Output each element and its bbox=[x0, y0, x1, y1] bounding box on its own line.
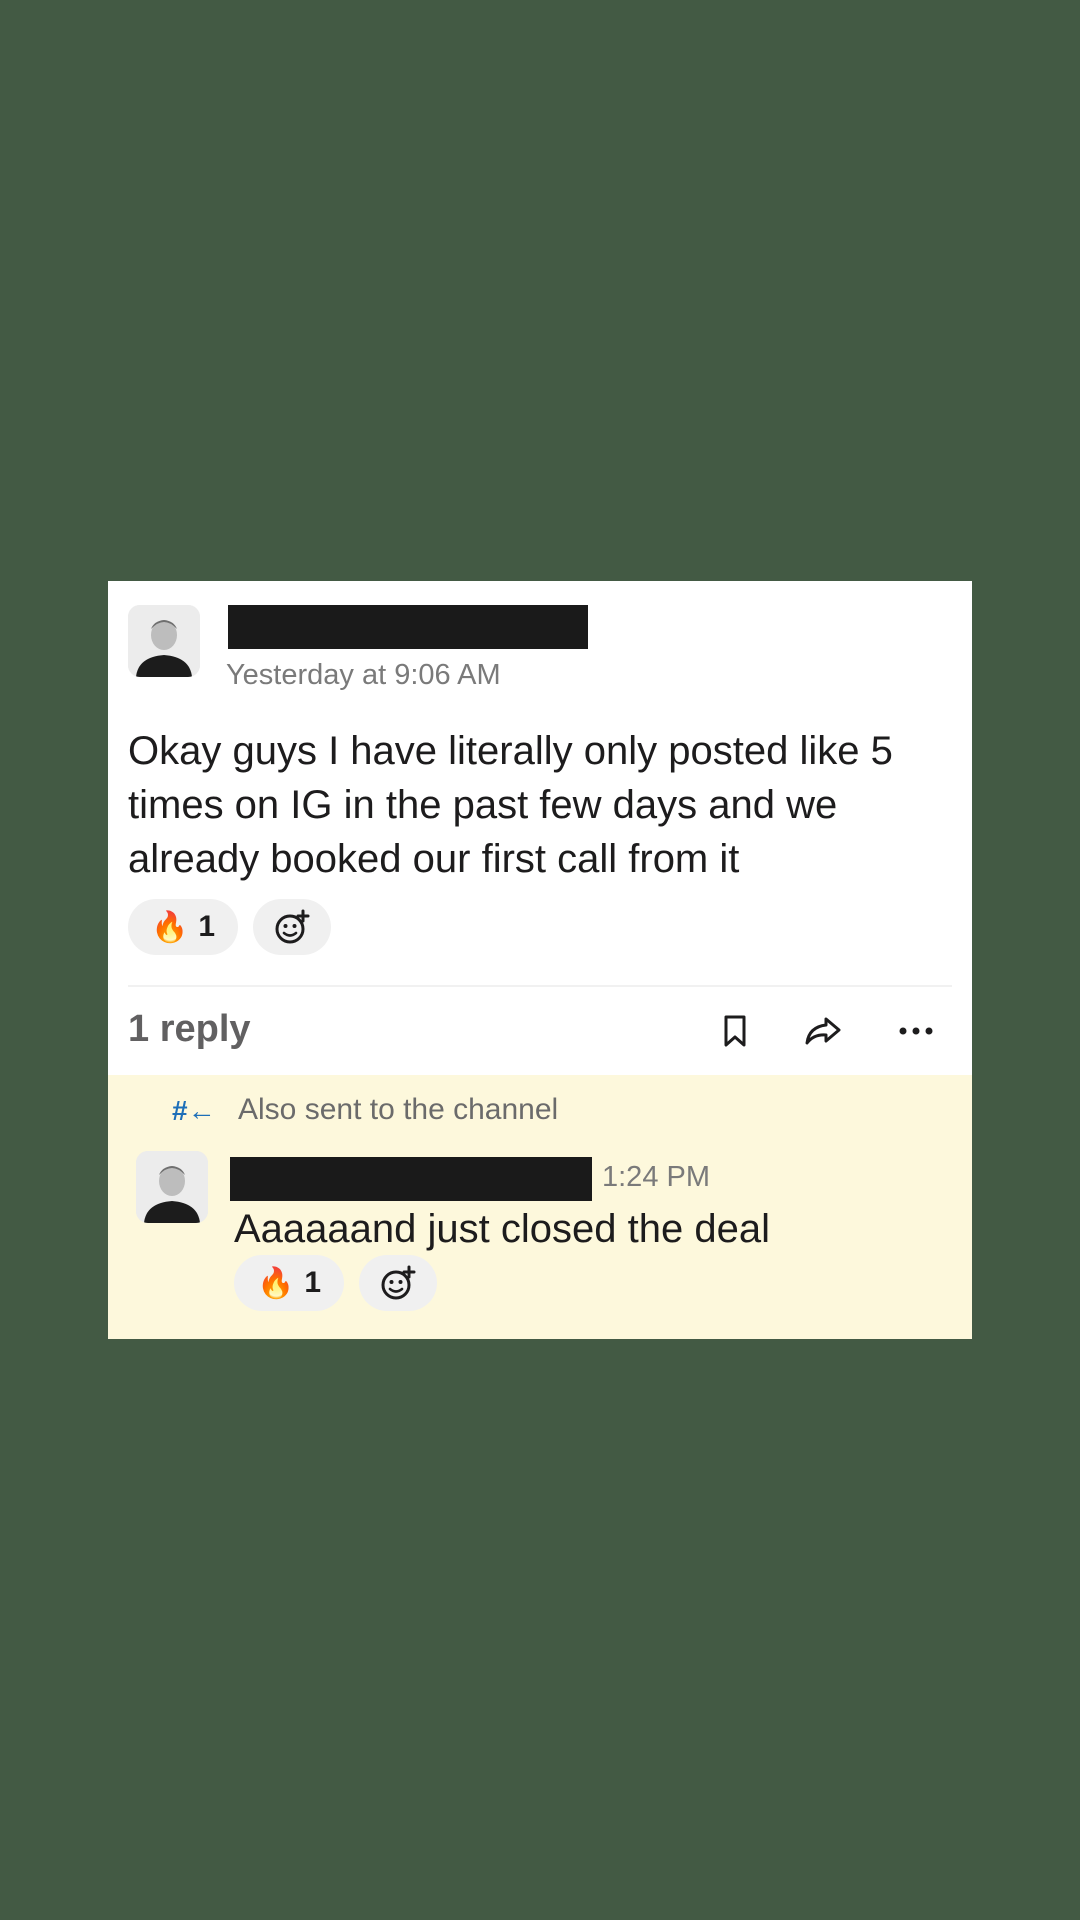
divider bbox=[128, 985, 952, 987]
avatar[interactable] bbox=[128, 605, 200, 677]
add-emoji-icon bbox=[275, 909, 310, 944]
reply-message: Aaaaaand just closed the deal bbox=[234, 1207, 770, 1251]
add-reaction-button[interactable] bbox=[253, 899, 331, 955]
add-reaction-button[interactable] bbox=[359, 1255, 437, 1311]
reaction-count: 1 bbox=[198, 910, 216, 943]
share-arrow-icon[interactable] bbox=[801, 1009, 845, 1053]
fire-icon: 🔥 bbox=[150, 910, 189, 944]
avatar-photo bbox=[128, 605, 200, 677]
thread-reply: #← Also sent to the channel 1:24 PM Aaaa… bbox=[108, 1075, 972, 1339]
avatar-photo bbox=[136, 1151, 208, 1223]
author-name-redacted bbox=[228, 605, 588, 649]
add-emoji-icon bbox=[381, 1265, 416, 1300]
author-name-redacted bbox=[230, 1157, 592, 1201]
post-timestamp[interactable]: Yesterday at 9:06 AM bbox=[226, 659, 501, 692]
also-sent-label[interactable]: Also sent to the channel bbox=[238, 1093, 558, 1127]
reaction-count: 1 bbox=[304, 1266, 322, 1299]
reply-count-link[interactable]: 1 reply bbox=[128, 1008, 251, 1051]
bookmark-icon[interactable] bbox=[713, 1009, 757, 1053]
message-card: Yesterday at 9:06 AM Okay guys I have li… bbox=[108, 581, 972, 1339]
reply-timestamp[interactable]: 1:24 PM bbox=[602, 1161, 710, 1194]
fire-icon: 🔥 bbox=[256, 1266, 295, 1300]
fire-reaction[interactable]: 🔥 1 bbox=[128, 899, 238, 955]
fire-reaction[interactable]: 🔥 1 bbox=[234, 1255, 344, 1311]
post-message: Okay guys I have literally only posted l… bbox=[128, 729, 893, 881]
avatar[interactable] bbox=[136, 1151, 208, 1223]
more-horizontal-icon[interactable] bbox=[894, 1009, 938, 1053]
channel-arrow-icon: #← bbox=[172, 1095, 216, 1126]
